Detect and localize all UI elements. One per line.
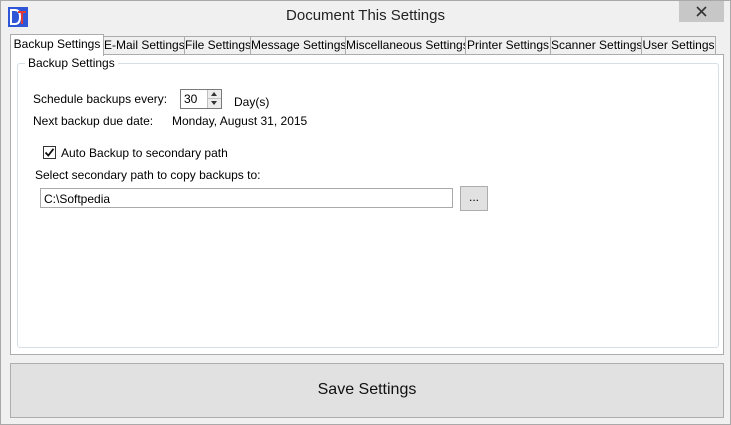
secondary-path-input[interactable]: C:\Softpedia <box>40 188 453 208</box>
settings-window: Document This Settings Backup Settings E… <box>0 0 731 425</box>
checkmark-icon <box>44 148 55 157</box>
tab-printer-settings[interactable]: Printer Settings <box>465 36 551 55</box>
secondary-path-prompt: Select secondary path to copy backups to… <box>35 168 261 182</box>
tab-scanner-settings[interactable]: Scanner Settings <box>550 36 642 55</box>
settings-tabs: Backup Settings E-Mail Settings File Set… <box>10 34 720 56</box>
schedule-days-value[interactable]: 30 <box>184 92 197 106</box>
backup-settings-page: Backup Settings Schedule backups every: … <box>10 54 724 355</box>
tab-file-settings[interactable]: File Settings <box>184 36 251 55</box>
tab-miscellaneous-settings[interactable]: Miscellaneous Settings <box>345 36 469 55</box>
next-due-value: Monday, August 31, 2015 <box>172 114 308 128</box>
schedule-days-stepper[interactable]: 30 <box>180 89 222 109</box>
tab-backup-settings[interactable]: Backup Settings <box>10 34 104 56</box>
spin-buttons <box>207 90 221 108</box>
auto-backup-label[interactable]: Auto Backup to secondary path <box>61 146 228 160</box>
tab-email-settings[interactable]: E-Mail Settings <box>103 36 185 55</box>
browse-button[interactable]: ... <box>460 186 488 211</box>
tab-message-settings[interactable]: Message Settings <box>250 36 346 55</box>
next-due-label: Next backup due date: <box>33 114 154 128</box>
schedule-unit-label: Day(s) <box>234 95 270 109</box>
increment-button[interactable] <box>208 90 221 99</box>
secondary-path-value[interactable]: C:\Softpedia <box>44 192 110 206</box>
close-button[interactable] <box>679 1 724 22</box>
auto-backup-checkbox[interactable] <box>43 146 56 159</box>
tab-user-settings[interactable]: User Settings <box>641 36 716 55</box>
window-title: Document This Settings <box>286 7 445 24</box>
decrement-button[interactable] <box>208 99 221 108</box>
backup-settings-group: Backup Settings Schedule backups every: … <box>17 56 719 348</box>
close-icon <box>696 6 707 17</box>
title-bar: Document This Settings <box>1 1 730 32</box>
save-settings-button[interactable]: Save Settings <box>10 363 724 418</box>
group-title: Backup Settings <box>25 56 118 70</box>
schedule-label: Schedule backups every: <box>33 92 168 106</box>
